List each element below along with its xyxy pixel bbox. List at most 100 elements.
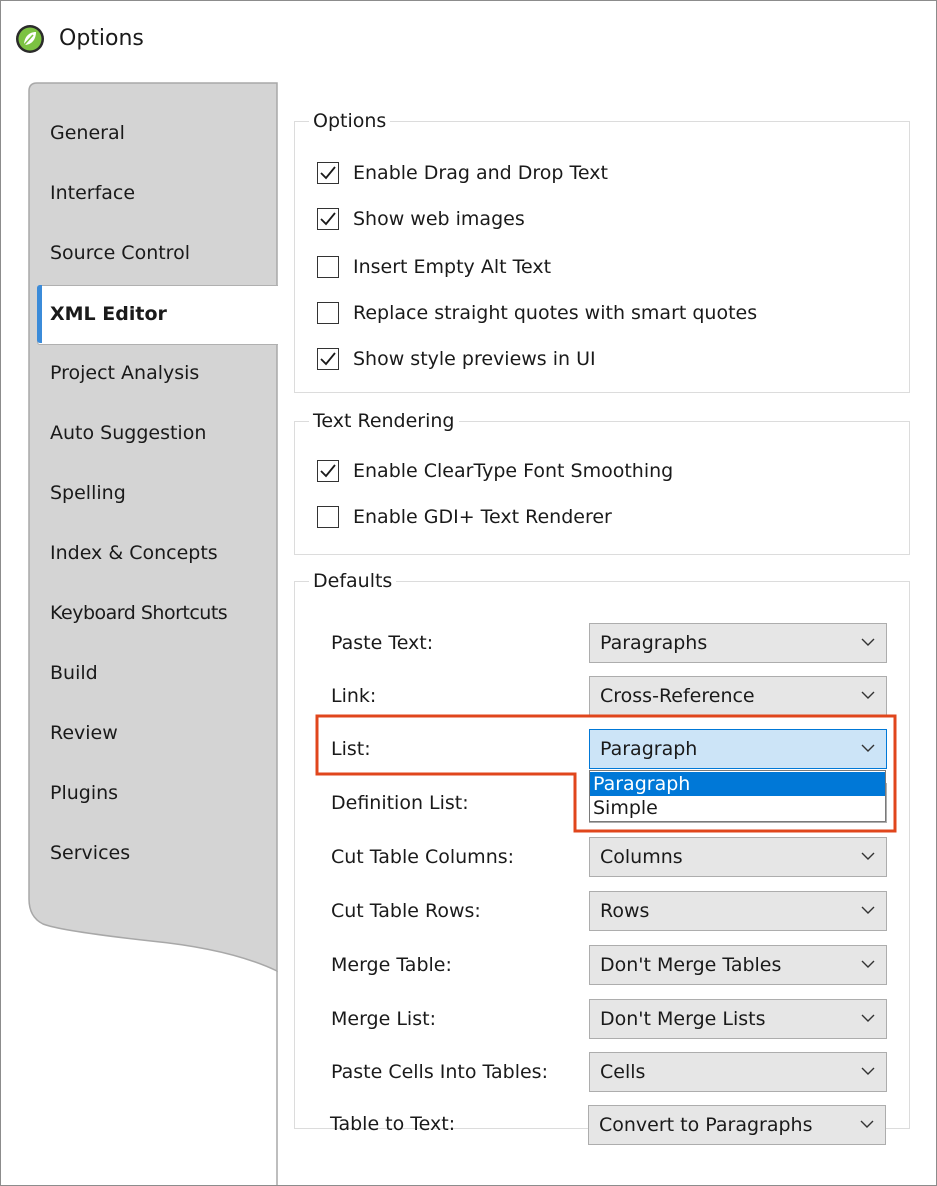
chevron-down-icon xyxy=(861,960,875,968)
sidebar-item-plugins[interactable]: Plugins xyxy=(50,765,286,821)
cut-table-columns-select[interactable]: Columns xyxy=(589,837,887,877)
cleartype-checkbox-row[interactable]: Enable ClearType Font Smoothing xyxy=(317,456,673,486)
chevron-down-icon xyxy=(861,744,875,752)
dropdown-option-paragraph[interactable]: Paragraph xyxy=(590,772,885,796)
select-value: Don't Merge Lists xyxy=(600,1008,766,1030)
insert-empty-alt-text-checkbox[interactable] xyxy=(317,256,339,278)
select-value: Columns xyxy=(600,846,683,868)
sidebar-item-label: Project Analysis xyxy=(50,362,200,384)
checkbox-label: Replace straight quotes with smart quote… xyxy=(353,302,758,324)
sidebar-item-spelling[interactable]: Spelling xyxy=(50,465,286,521)
paste-cells-select[interactable]: Cells xyxy=(589,1052,887,1092)
table-to-text-select[interactable]: Convert to Paragraphs xyxy=(588,1105,886,1145)
checkmark-icon xyxy=(320,352,336,366)
defaults-group-title: Defaults xyxy=(309,568,397,594)
sidebar-item-review[interactable]: Review xyxy=(50,705,286,761)
dropdown-option-simple[interactable]: Simple xyxy=(590,796,885,820)
show-web-images-checkbox[interactable] xyxy=(317,208,339,230)
gdi-renderer-checkbox-row[interactable]: Enable GDI+ Text Renderer xyxy=(317,502,612,532)
cleartype-checkbox[interactable] xyxy=(317,460,339,482)
sidebar-item-xml-editor[interactable]: XML Editor xyxy=(50,286,286,342)
select-value: Paragraph xyxy=(600,738,698,760)
cut-table-columns-label: Cut Table Columns: xyxy=(331,846,515,868)
sidebar-item-label: General xyxy=(50,122,125,144)
checkbox-label: Show style previews in UI xyxy=(353,348,596,370)
gdi-renderer-checkbox[interactable] xyxy=(317,506,339,528)
sidebar-item-label: Index & Concepts xyxy=(50,542,218,564)
sidebar-item-services[interactable]: Services xyxy=(50,825,286,881)
chevron-down-icon xyxy=(861,1067,875,1075)
paste-text-select[interactable]: Paragraphs xyxy=(589,623,887,663)
text-rendering-group-title: Text Rendering xyxy=(309,408,459,434)
options-group-title: Options xyxy=(309,108,391,134)
app-logo-icon xyxy=(16,25,44,53)
merge-table-select[interactable]: Don't Merge Tables xyxy=(589,945,887,985)
show-web-images-checkbox-row[interactable]: Show web images xyxy=(317,204,525,234)
show-style-previews-checkbox-row[interactable]: Show style previews in UI xyxy=(317,344,596,374)
checkmark-icon xyxy=(320,212,336,226)
checkbox-label: Enable Drag and Drop Text xyxy=(353,162,608,184)
sidebar-item-label: Plugins xyxy=(50,782,119,804)
checkbox-label: Enable GDI+ Text Renderer xyxy=(353,506,612,528)
cut-table-rows-label: Cut Table Rows: xyxy=(331,900,481,922)
link-label: Link: xyxy=(331,685,377,707)
chevron-down-icon xyxy=(861,638,875,646)
select-value: Paragraphs xyxy=(600,632,708,654)
paste-text-label: Paste Text: xyxy=(331,632,434,654)
insert-empty-alt-text-checkbox-row[interactable]: Insert Empty Alt Text xyxy=(317,252,551,282)
sidebar-item-label: Build xyxy=(50,662,98,684)
sidebar-item-label: Auto Suggestion xyxy=(50,422,207,444)
table-to-text-label: Table to Text: xyxy=(330,1113,456,1135)
options-group: Options Enable Drag and Drop Text Show w… xyxy=(294,108,910,393)
sidebar-item-label: Interface xyxy=(50,182,136,204)
sidebar-item-label: Source Control xyxy=(50,242,190,264)
checkmark-icon xyxy=(320,166,336,180)
smart-quotes-checkbox[interactable] xyxy=(317,302,339,324)
merge-list-select[interactable]: Don't Merge Lists xyxy=(589,999,887,1039)
chevron-down-icon xyxy=(861,852,875,860)
text-rendering-group: Text Rendering Enable ClearType Font Smo… xyxy=(294,408,910,555)
sidebar-item-label: Spelling xyxy=(50,482,126,504)
show-style-previews-checkbox[interactable] xyxy=(317,348,339,370)
select-value: Convert to Paragraphs xyxy=(599,1114,813,1136)
checkbox-label: Show web images xyxy=(353,208,525,230)
defaults-group: Defaults Paste Text: Paragraphs Link: Cr… xyxy=(294,568,910,1129)
list-dropdown-menu: Paragraph Simple xyxy=(589,770,886,822)
merge-table-label: Merge Table: xyxy=(331,954,452,976)
window-title: Options xyxy=(59,26,144,51)
checkmark-icon xyxy=(320,464,336,478)
sidebar-item-project-analysis[interactable]: Project Analysis xyxy=(50,345,286,401)
chevron-down-icon xyxy=(860,1120,874,1128)
sidebar-item-keyboard-shortcuts[interactable]: Keyboard Shortcuts xyxy=(50,585,286,641)
sidebar-item-label: Services xyxy=(50,842,131,864)
enable-drag-drop-checkbox-row[interactable]: Enable Drag and Drop Text xyxy=(317,158,608,188)
select-value: Cells xyxy=(600,1061,646,1083)
sidebar-item-interface[interactable]: Interface xyxy=(50,165,286,221)
merge-list-label: Merge List: xyxy=(331,1008,436,1030)
select-value: Rows xyxy=(600,900,650,922)
link-select[interactable]: Cross-Reference xyxy=(589,676,887,716)
checkbox-label: Enable ClearType Font Smoothing xyxy=(353,460,674,482)
options-window: Options General Interface Source Control… xyxy=(0,0,937,1186)
sidebar-item-label: Keyboard Shortcuts xyxy=(50,602,228,624)
sidebar-item-general[interactable]: General xyxy=(50,105,286,161)
chevron-down-icon xyxy=(861,1014,875,1022)
sidebar-item-source-control[interactable]: Source Control xyxy=(50,225,286,281)
paste-cells-label: Paste Cells Into Tables: xyxy=(331,1061,548,1083)
sidebar-item-index-concepts[interactable]: Index & Concepts xyxy=(50,525,286,581)
chevron-down-icon xyxy=(861,691,875,699)
sidebar-item-label: Review xyxy=(50,722,118,744)
list-label: List: xyxy=(331,738,371,760)
client-area: General Interface Source Control XML Edi… xyxy=(1,79,936,1185)
sidebar-item-label: XML Editor xyxy=(50,303,167,325)
select-value: Cross-Reference xyxy=(600,685,755,707)
select-value: Don't Merge Tables xyxy=(600,954,782,976)
sidebar-item-auto-suggestion[interactable]: Auto Suggestion xyxy=(50,405,286,461)
chevron-down-icon xyxy=(861,906,875,914)
list-select[interactable]: Paragraph xyxy=(589,729,887,769)
enable-drag-drop-checkbox[interactable] xyxy=(317,162,339,184)
smart-quotes-checkbox-row[interactable]: Replace straight quotes with smart quote… xyxy=(317,298,757,328)
cut-table-rows-select[interactable]: Rows xyxy=(589,891,887,931)
title-bar: Options xyxy=(1,1,936,79)
sidebar-item-build[interactable]: Build xyxy=(50,645,286,701)
